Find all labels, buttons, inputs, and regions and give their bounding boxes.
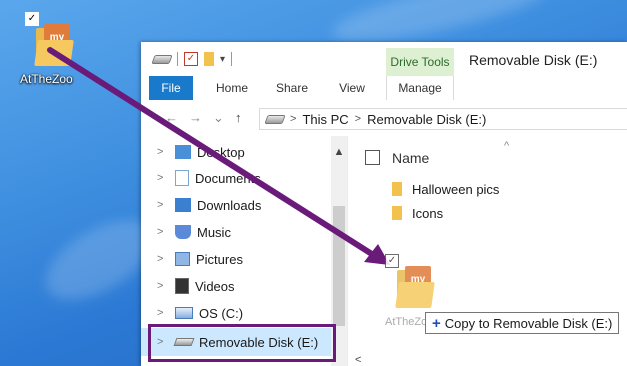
drag-ghost-file-icon: ✓ my [385, 254, 435, 314]
zip-folder-icon: my [395, 266, 435, 308]
tooltip-text: Copy to Removable Disk (E:) [444, 315, 613, 331]
plus-icon: + [432, 314, 441, 332]
annotation-highlight-box [148, 324, 336, 362]
drag-drop-tooltip: + Copy to Removable Disk (E:) [425, 312, 620, 334]
